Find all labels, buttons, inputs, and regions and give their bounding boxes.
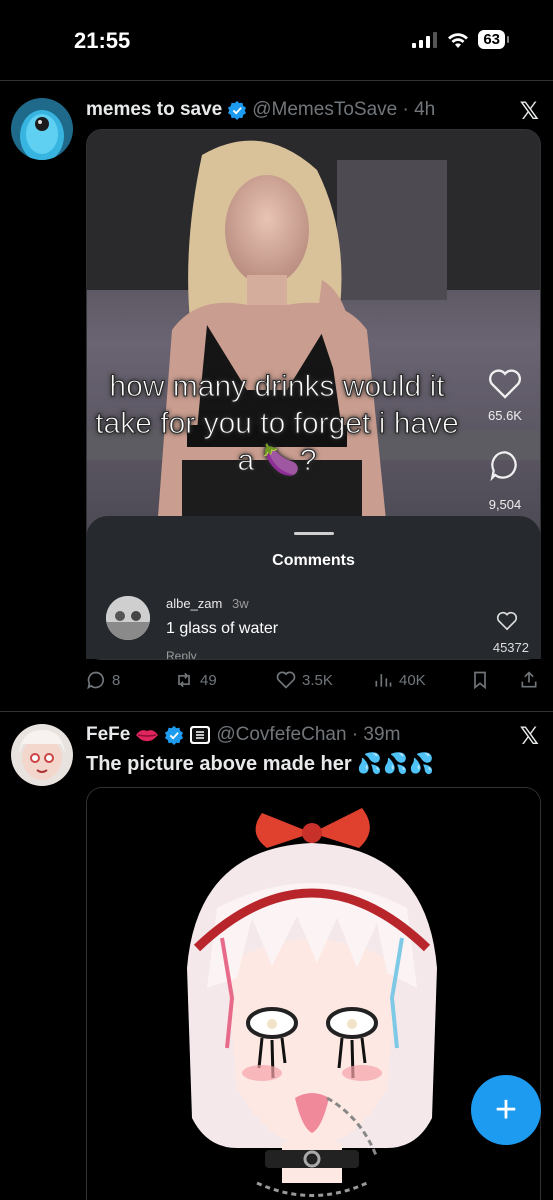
display-name[interactable]: memes to save (86, 99, 222, 121)
display-name[interactable]: FeFe (86, 724, 130, 746)
comments-panel: Comments albe_zam 3w 1 glass of water Re… (86, 516, 541, 659)
tweet-text-body: The picture above made her (86, 753, 352, 775)
tweet-media[interactable] (86, 787, 541, 1200)
like-count: 3.5K (302, 671, 333, 689)
views-count: 40K (399, 671, 426, 689)
commenter-avatar (106, 596, 150, 640)
affiliate-badge-icon (190, 726, 211, 744)
tweet-actions: 8 49 3.5K 40K (86, 670, 546, 694)
side-like-count: 65.6K (488, 408, 522, 423)
views-icon (375, 674, 392, 687)
handle-time[interactable]: @CovfefeChan · 39m (216, 724, 400, 746)
sweat-droplets-emoji: 💦💦💦 (357, 753, 435, 775)
comments-title: Comments (272, 552, 355, 569)
avatar[interactable] (11, 724, 73, 786)
lips-emoji-icon (136, 730, 159, 742)
like-button[interactable]: 3.5K (276, 670, 333, 690)
verified-badge-icon (228, 100, 247, 120)
views-button[interactable]: 40K (373, 670, 426, 690)
side-comment-stat (485, 448, 525, 485)
drag-handle (294, 532, 334, 535)
plus-icon: + (494, 1088, 518, 1131)
anime-illustration-image (87, 788, 540, 1200)
comment-text: 1 glass of water (166, 620, 279, 637)
share-icon (521, 671, 537, 688)
bookmark-button[interactable] (470, 670, 490, 690)
share-button[interactable] (519, 670, 539, 690)
commenter-line: albe_zam 3w (166, 596, 249, 611)
comment-like-count: 45372 (492, 640, 529, 655)
repost-count: 49 (200, 671, 217, 689)
handle-time[interactable]: @MemesToSave · 4h (252, 99, 435, 121)
comment-icon (490, 451, 517, 482)
repost-button[interactable]: 49 (174, 670, 217, 690)
side-like-stat (485, 368, 525, 403)
repost-icon (178, 672, 190, 688)
avatar[interactable] (11, 98, 73, 160)
heart-icon (276, 671, 296, 689)
tweet-header: FeFe @CovfefeChan · 39m (86, 724, 400, 746)
reply-label: Reply (166, 649, 197, 659)
bookmark-icon (474, 671, 486, 690)
comment-heart-icon (496, 611, 518, 631)
reply-icon (87, 671, 105, 690)
x-logo-icon[interactable]: 𝕏 (520, 97, 539, 126)
side-comment-count: 9,504 (488, 497, 522, 512)
verified-badge-icon (165, 725, 184, 745)
meme-caption: how many drinks would it take for you to… (95, 370, 460, 478)
tweet-header: memes to save @MemesToSave · 4h (86, 99, 435, 121)
heart-icon (489, 369, 521, 399)
commenter-name: albe_zam (166, 596, 223, 611)
tweet[interactable]: memes to save @MemesToSave · 4h 𝕏 65.6K … (0, 0, 553, 712)
compose-button[interactable]: + (471, 1075, 541, 1145)
commenter-time: 3w (232, 596, 249, 611)
reply-button[interactable]: 8 (86, 670, 120, 690)
tweet-text: The picture above made her 💦💦💦 (86, 751, 435, 776)
x-logo-icon[interactable]: 𝕏 (520, 722, 539, 751)
reply-count: 8 (112, 671, 121, 689)
